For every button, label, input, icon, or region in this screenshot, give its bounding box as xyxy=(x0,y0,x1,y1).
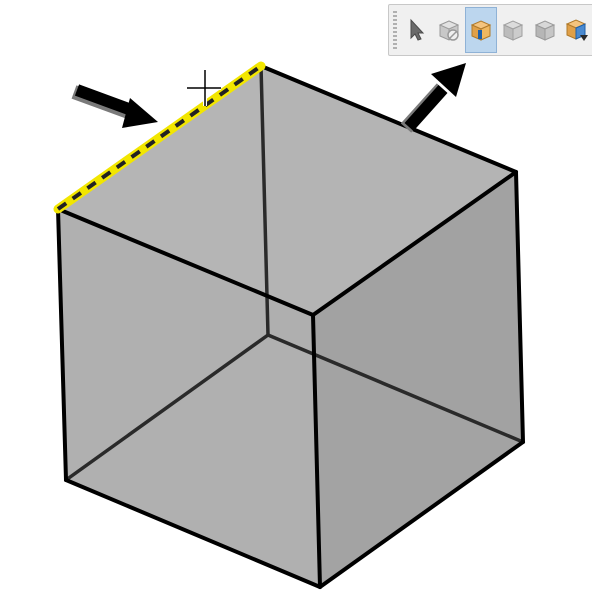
selection-filter-toolbar xyxy=(388,4,592,56)
select-arrow-icon xyxy=(410,18,425,41)
model-view xyxy=(53,61,525,589)
select-component-icon xyxy=(565,19,588,41)
select-component-button[interactable] xyxy=(561,7,592,53)
select-other-button[interactable] xyxy=(433,7,465,53)
select-other-icon xyxy=(438,20,460,41)
select-arrow-button[interactable] xyxy=(401,7,433,53)
select-face-icon xyxy=(470,20,492,41)
select-face-button[interactable] xyxy=(465,7,497,53)
select-body-button[interactable] xyxy=(497,7,529,53)
select-body-icon xyxy=(502,20,524,41)
annotation-arrow-to-toolbar xyxy=(400,63,466,133)
annotation-arrow-to-edge xyxy=(71,84,158,128)
graphics-viewport[interactable] xyxy=(0,0,592,610)
select-part-button[interactable] xyxy=(529,7,561,53)
toolbar-grip-handle[interactable] xyxy=(393,11,397,49)
select-part-icon xyxy=(534,20,556,41)
